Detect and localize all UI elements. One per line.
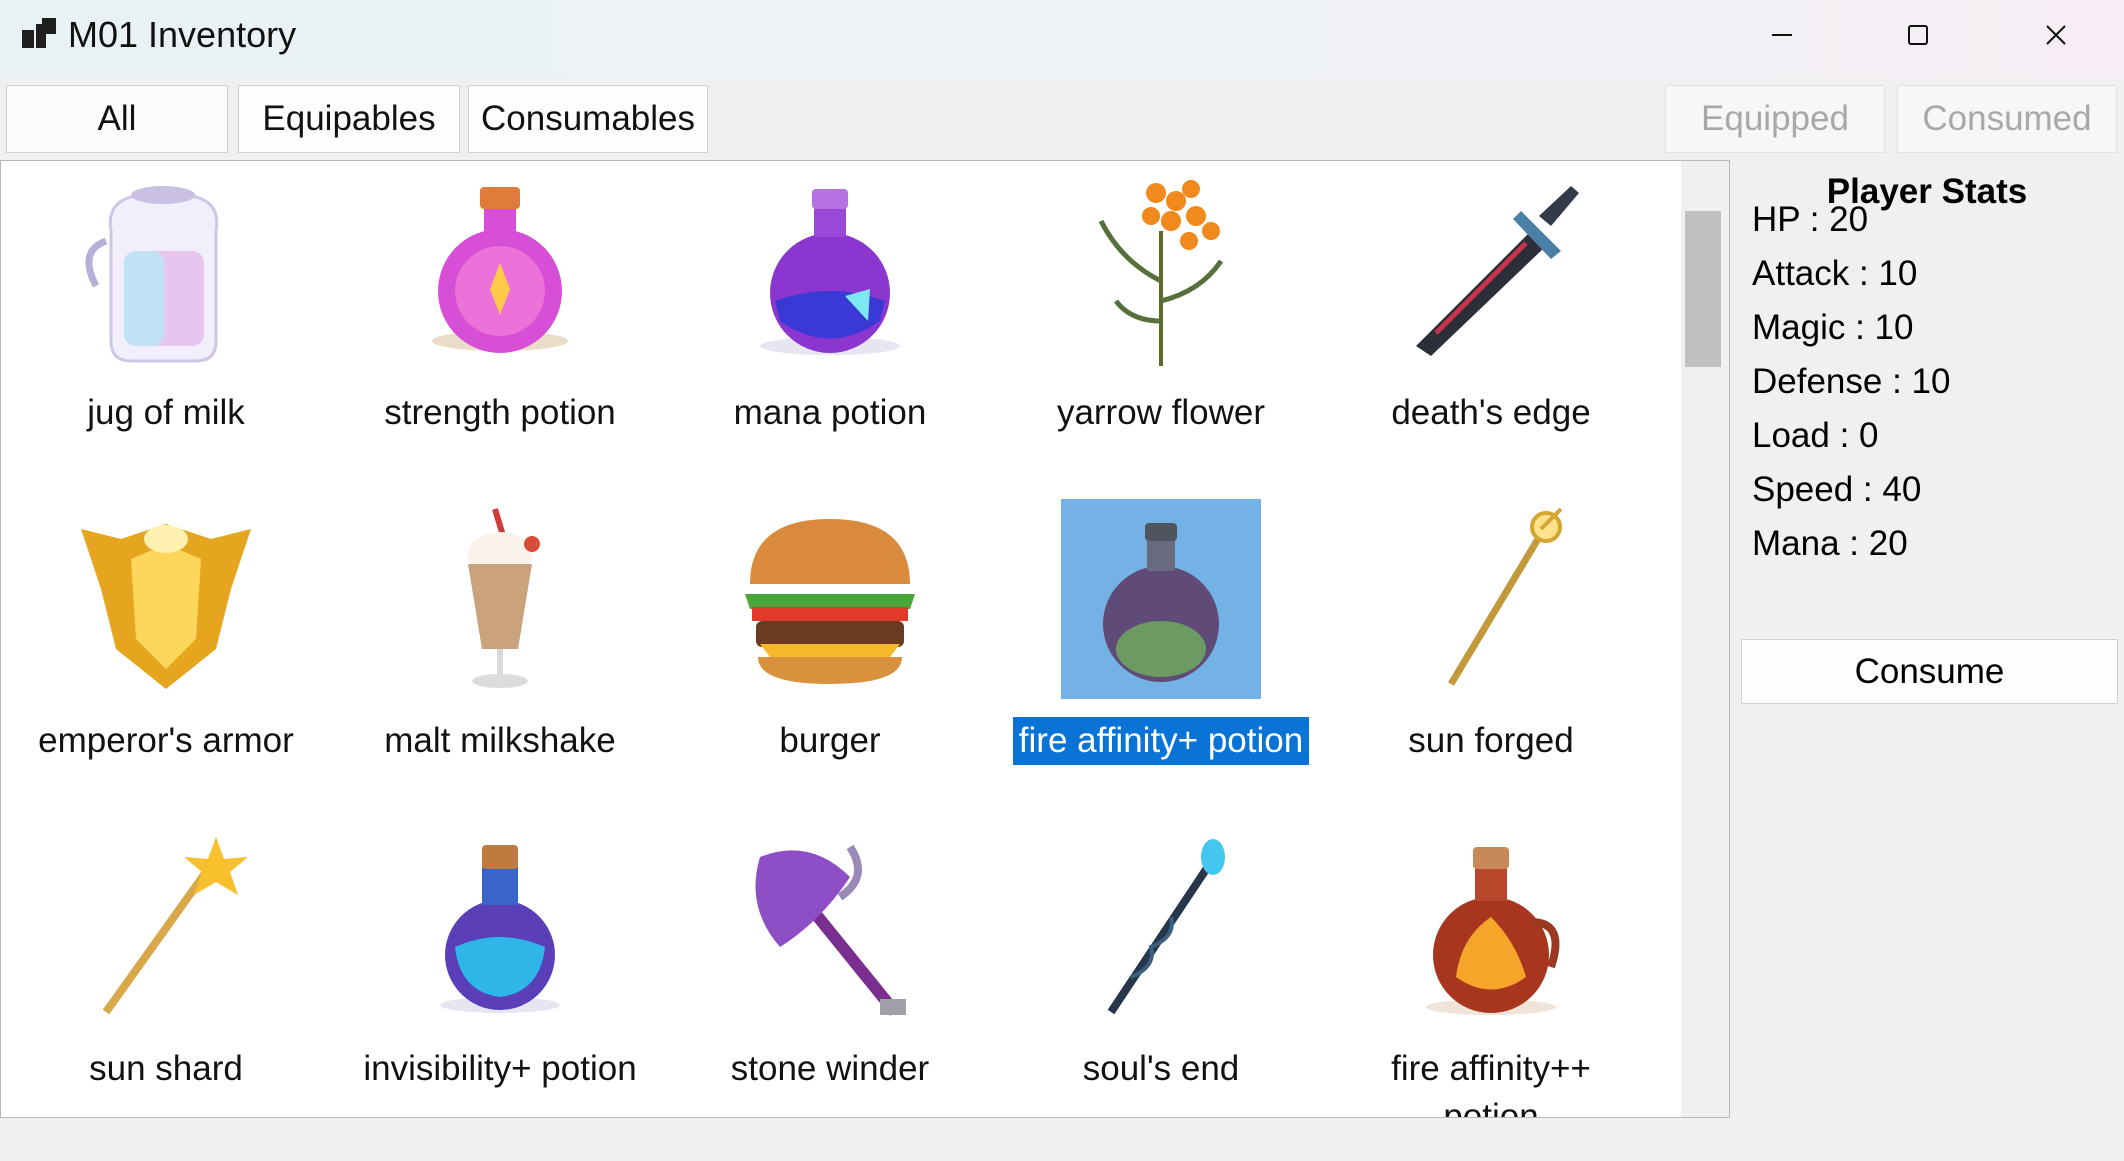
- list-item[interactable]: yarrow flower: [996, 171, 1326, 437]
- stat-speed: Speed : 40: [1752, 470, 1922, 509]
- tab-consumed[interactable]: Consumed: [1897, 85, 2117, 153]
- inventory-list[interactable]: jug of milk strength potion mana potion …: [0, 160, 1730, 1118]
- item-name: malt milkshake: [384, 721, 616, 760]
- list-item[interactable]: sun shard: [1, 827, 331, 1093]
- axe-icon: [730, 827, 930, 1027]
- list-item[interactable]: strength potion: [335, 171, 665, 437]
- list-item[interactable]: jug of milk: [1, 171, 331, 437]
- list-item-selected[interactable]: fire affinity+ potion: [996, 499, 1326, 765]
- milk-jug-icon: [66, 171, 266, 371]
- tab-consumables[interactable]: Consumables: [468, 85, 708, 153]
- dark-staff-icon: [1061, 827, 1261, 1027]
- stat-attack: Attack : 10: [1752, 254, 1918, 293]
- golden-staff-icon: [1391, 499, 1591, 699]
- list-item[interactable]: sun forged: [1326, 499, 1656, 765]
- item-name: sun forged: [1408, 721, 1574, 760]
- sword-icon: [1391, 171, 1591, 371]
- close-icon: [2046, 25, 2066, 45]
- item-name: death's edge: [1391, 393, 1591, 432]
- close-button[interactable]: [1988, 0, 2124, 70]
- item-name: fire affinity+ potion: [1012, 717, 1310, 765]
- stat-magic: Magic : 10: [1752, 308, 1914, 347]
- status-bar: [0, 1120, 2124, 1161]
- list-item[interactable]: stone winder: [665, 827, 995, 1093]
- list-item[interactable]: burger: [665, 499, 995, 765]
- item-name: fire affinity++ potion: [1391, 1049, 1591, 1118]
- stat-hp: HP : 20: [1752, 200, 1869, 239]
- minimize-button[interactable]: [1714, 0, 1850, 70]
- scrollbar-thumb[interactable]: [1685, 211, 1721, 367]
- flower-icon: [1061, 171, 1261, 371]
- stat-defense: Defense : 10: [1752, 362, 1951, 401]
- list-item[interactable]: fire affinity++ potion: [1326, 827, 1656, 1118]
- list-item[interactable]: death's edge: [1326, 171, 1656, 437]
- fire-potion-icon: [1391, 827, 1591, 1027]
- list-item[interactable]: emperor's armor: [1, 499, 331, 765]
- item-name: sun shard: [89, 1049, 243, 1088]
- maximize-icon: [1908, 25, 1928, 45]
- list-item[interactable]: soul's end: [996, 827, 1326, 1093]
- window-title: M01 Inventory: [68, 14, 297, 55]
- purple-potion-icon: [730, 171, 930, 371]
- item-name: strength potion: [384, 393, 616, 432]
- armor-icon: [66, 499, 266, 699]
- burger-icon: [730, 499, 930, 699]
- blue-potion-icon: [400, 827, 600, 1027]
- maximize-button[interactable]: [1850, 0, 1986, 70]
- stat-load: Load : 0: [1752, 416, 1879, 455]
- item-name: mana potion: [733, 393, 927, 432]
- item-name: soul's end: [1082, 1049, 1240, 1088]
- list-item[interactable]: invisibility+ potion: [335, 827, 665, 1093]
- app-icon: [22, 18, 58, 50]
- tab-equipped[interactable]: Equipped: [1665, 85, 1885, 153]
- tab-equipables[interactable]: Equipables: [238, 85, 460, 153]
- pink-potion-icon: [400, 171, 600, 371]
- tab-all[interactable]: All: [6, 85, 228, 153]
- item-name: emperor's armor: [38, 721, 294, 760]
- title-bar: M01 Inventory: [0, 0, 2124, 78]
- list-item[interactable]: malt milkshake: [335, 499, 665, 765]
- sun-wand-icon: [66, 827, 266, 1027]
- dark-potion-icon: [1061, 499, 1261, 699]
- consume-button[interactable]: Consume: [1741, 639, 2118, 704]
- item-name: jug of milk: [87, 393, 245, 432]
- item-name: burger: [779, 721, 881, 760]
- minimize-icon: [1772, 34, 1792, 36]
- milkshake-icon: [400, 499, 600, 699]
- item-name: yarrow flower: [1056, 393, 1266, 432]
- item-name: invisibility+ potion: [363, 1049, 637, 1088]
- list-item[interactable]: mana potion: [665, 171, 995, 437]
- stat-mana: Mana : 20: [1752, 524, 1908, 563]
- item-name: stone winder: [730, 1049, 930, 1088]
